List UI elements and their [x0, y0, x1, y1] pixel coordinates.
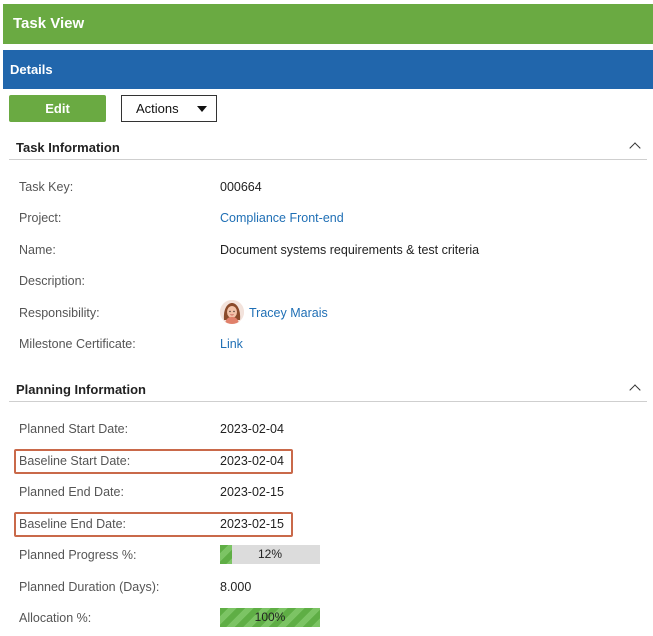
chevron-up-icon[interactable] [629, 142, 641, 154]
baseline-start-date-label: Baseline Start Date: [19, 454, 131, 468]
task-view-page: Task View Details Edit Actions Task Info… [0, 0, 653, 636]
page-title: Task View [3, 4, 653, 44]
planned-progress-text: 12% [257, 547, 283, 561]
baseline-end-date-value: 2023-02-15 [220, 517, 284, 531]
name-label: Name: [19, 243, 56, 257]
baseline-end-date-label: Baseline End Date: [19, 517, 127, 531]
responsibility-link[interactable]: Tracey Marais [249, 306, 328, 320]
allocation-text: 100% [254, 610, 286, 624]
planned-end-date-label: Planned End Date: [19, 485, 124, 499]
task-key-label: Task Key: [19, 180, 74, 194]
responsibility-label: Responsibility: [19, 306, 100, 320]
milestone-certificate-link[interactable]: Link [220, 337, 243, 351]
description-label: Description: [19, 274, 85, 288]
project-link[interactable]: Compliance Front-end [220, 211, 344, 225]
planned-duration-label: Planned Duration (Days): [19, 580, 160, 594]
name-value: Document systems requirements & test cri… [220, 243, 480, 257]
planned-start-date-label: Planned Start Date: [19, 422, 129, 436]
allocation-label: Allocation %: [19, 611, 92, 625]
planned-progress-bar: 12% [220, 545, 320, 564]
details-tab-header[interactable]: Details [3, 50, 653, 89]
planned-start-date-value: 2023-02-04 [220, 422, 284, 436]
planning-information-header[interactable]: Planning Information [9, 378, 647, 402]
project-label: Project: [19, 211, 62, 225]
edit-button[interactable]: Edit [9, 95, 106, 122]
actions-dropdown[interactable]: Actions [121, 95, 217, 122]
planned-end-date-value: 2023-02-15 [220, 485, 284, 499]
allocation-bar: 100% [220, 608, 320, 627]
baseline-start-date-value: 2023-02-04 [220, 454, 284, 468]
user-avatar-icon [220, 300, 244, 324]
chevron-up-icon[interactable] [629, 384, 641, 396]
caret-down-icon [197, 106, 207, 112]
actions-label: Actions [136, 101, 179, 116]
task-information-header[interactable]: Task Information [9, 136, 647, 160]
milestone-certificate-label: Milestone Certificate: [19, 337, 136, 351]
planned-duration-value: 8.000 [220, 580, 252, 594]
planning-information-title: Planning Information [16, 382, 146, 397]
avatar[interactable] [220, 300, 244, 324]
task-key-value: 000664 [220, 180, 262, 194]
task-information-title: Task Information [16, 140, 120, 155]
planned-progress-label: Planned Progress %: [19, 548, 137, 562]
